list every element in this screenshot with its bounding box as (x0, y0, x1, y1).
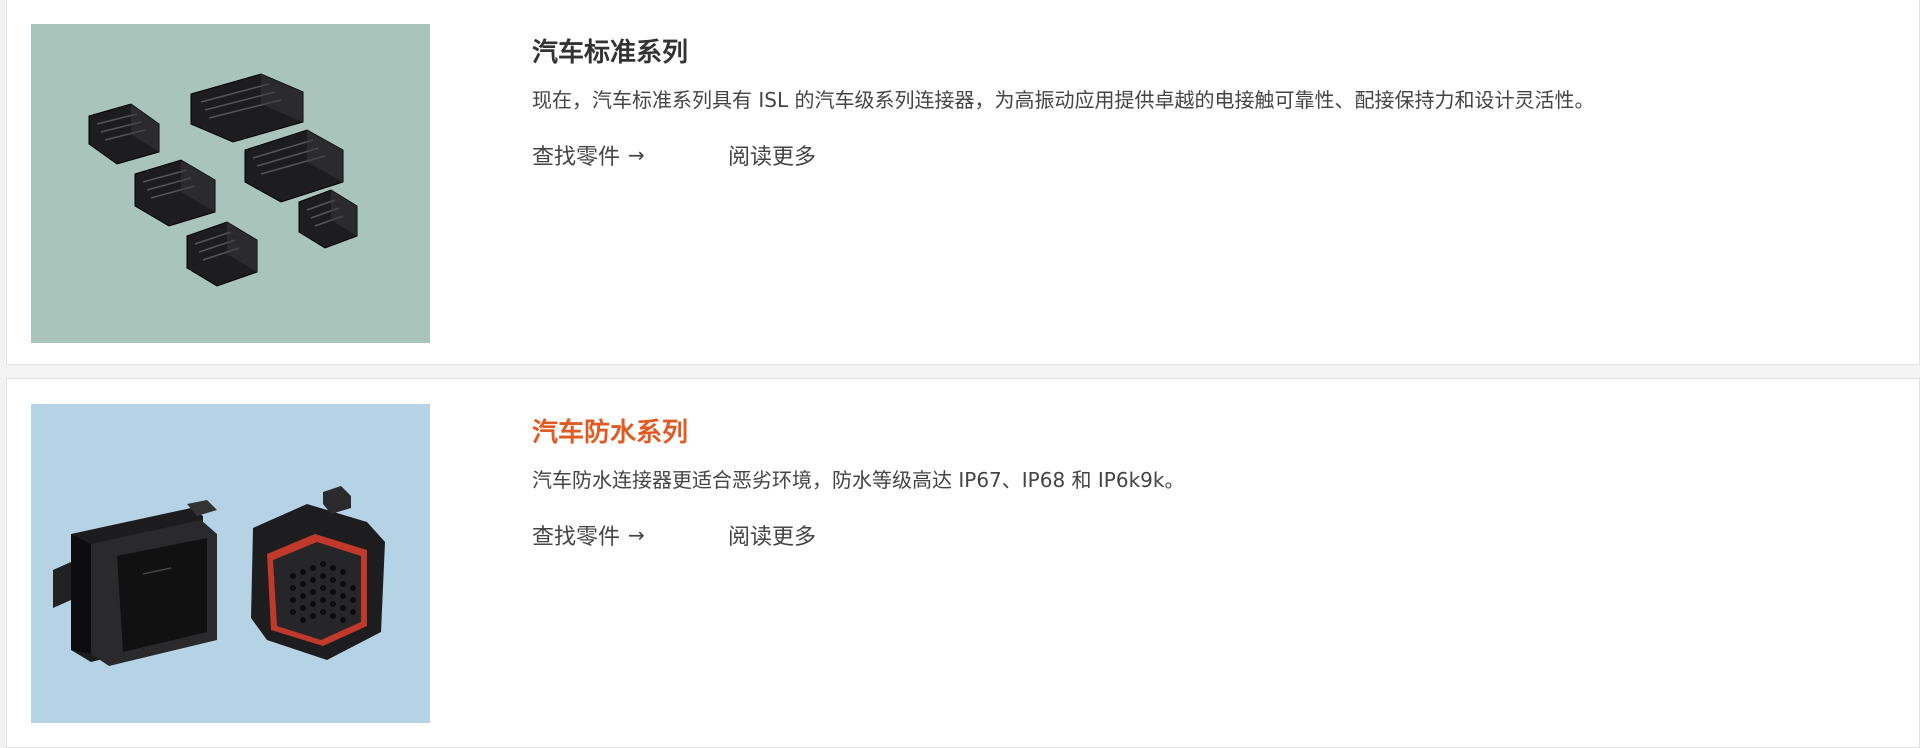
product-image-waterproof-connectors[interactable] (31, 404, 430, 723)
product-card-automotive-standard: 汽车标准系列 现在，汽车标准系列具有 ISL 的汽车级系列连接器，为高振动应用提… (6, 0, 1920, 365)
product-description: 现在，汽车标准系列具有 ISL 的汽车级系列连接器，为高振动应用提供卓越的电接触… (532, 88, 1595, 112)
arrow-right-icon: → (628, 523, 645, 547)
product-image-standard-connectors[interactable] (31, 24, 430, 343)
find-parts-label: 查找零件 (532, 145, 621, 170)
find-parts-link[interactable]: 查找零件 → (532, 139, 728, 171)
product-title[interactable]: 汽车防水系列 (532, 415, 1879, 451)
find-parts-label: 查找零件 (532, 525, 621, 550)
product-title[interactable]: 汽车标准系列 (532, 35, 1879, 71)
find-parts-link[interactable]: 查找零件 → (532, 519, 728, 551)
read-more-link[interactable]: 阅读更多 (728, 519, 816, 551)
product-card-automotive-waterproof: 汽车防水系列 汽车防水连接器更适合恶劣环境，防水等级高达 IP67、IP68 和… (6, 378, 1920, 748)
read-more-link[interactable]: 阅读更多 (728, 139, 816, 171)
product-description: 汽车防水连接器更适合恶劣环境，防水等级高达 IP67、IP68 和 IP6k9k… (532, 468, 1185, 492)
arrow-right-icon: → (628, 143, 645, 167)
